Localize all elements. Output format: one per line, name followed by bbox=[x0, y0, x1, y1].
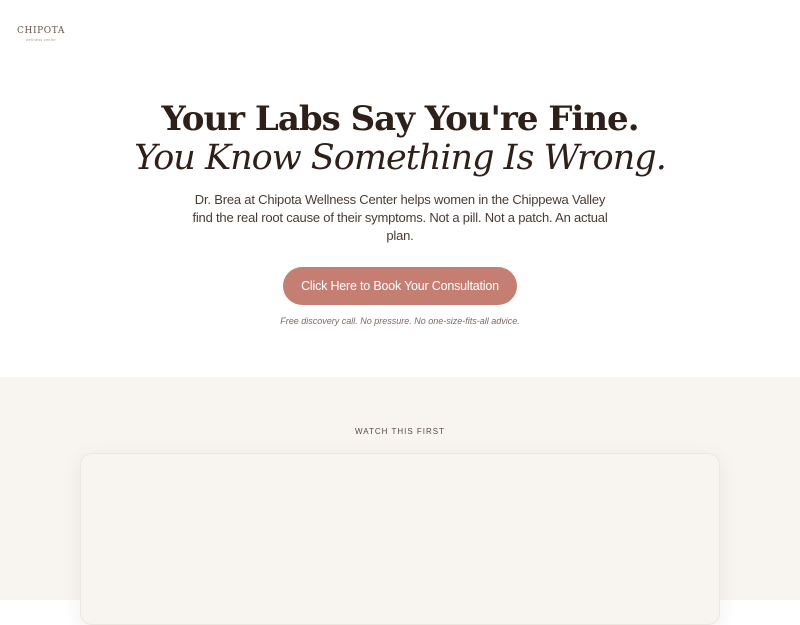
chipota-logo[interactable]: CHIPOTA wellness center bbox=[17, 27, 65, 43]
video-section: WATCH THIS FIRST bbox=[0, 377, 800, 625]
hero-subtext: Dr. Brea at Chipota Wellness Center help… bbox=[192, 192, 608, 243]
logo-name: CHIPOTA bbox=[17, 26, 65, 36]
cta-note: Free discovery call. No pressure. No one… bbox=[280, 316, 520, 326]
hero-headline-italic: You Know Something Is Wrong. bbox=[134, 138, 667, 178]
book-consultation-button[interactable]: Click Here to Book Your Consultation bbox=[283, 267, 517, 305]
watch-this-first-label: WATCH THIS FIRST bbox=[354, 427, 446, 436]
hero-headline: Your Labs Say You're Fine. bbox=[161, 99, 639, 139]
site-header: CHIPOTA wellness center bbox=[0, 0, 800, 70]
hero-section: Your Labs Say You're Fine. You Know Some… bbox=[0, 70, 800, 377]
logo-tagline: wellness center bbox=[25, 38, 57, 42]
video-player[interactable] bbox=[80, 453, 720, 625]
